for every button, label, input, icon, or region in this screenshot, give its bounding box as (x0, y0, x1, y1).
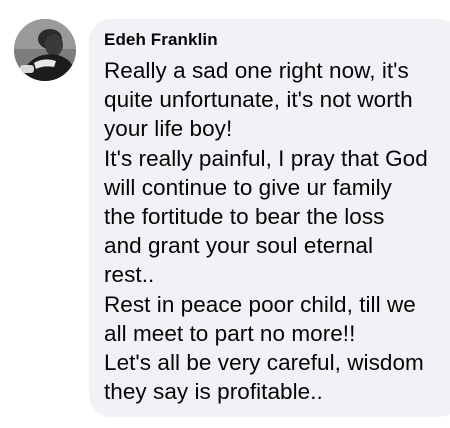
comment-line: they say is profitable.. (104, 379, 323, 405)
comment-line: all meet to part no more!! (104, 320, 356, 346)
comment-line: your life boy! (104, 116, 233, 142)
comment-line: It's really painful, I pray that God (104, 145, 428, 171)
comment-line: and grant your soul eternal (104, 233, 374, 259)
comment-line: rest.. (104, 262, 155, 288)
comment-author[interactable]: Edeh Franklin (104, 29, 450, 51)
profile-photo-icon (14, 19, 76, 81)
comment-line: quite unfortunate, it's not worth (104, 87, 413, 113)
comment-text: Really a sad one right now, it's quite u… (104, 56, 450, 406)
comment-line: Rest in peace poor child, till we (104, 291, 416, 317)
comment-line: Let's all be very careful, wisdom (104, 350, 424, 376)
comment-line: will continue to give ur family (104, 174, 392, 200)
avatar[interactable] (14, 19, 76, 81)
comment-line: the fortitude to bear the loss (104, 204, 385, 230)
comment-line: Really a sad one right now, it's (104, 58, 409, 83)
comment-bubble: Edeh Franklin Really a sad one right now… (89, 19, 450, 417)
